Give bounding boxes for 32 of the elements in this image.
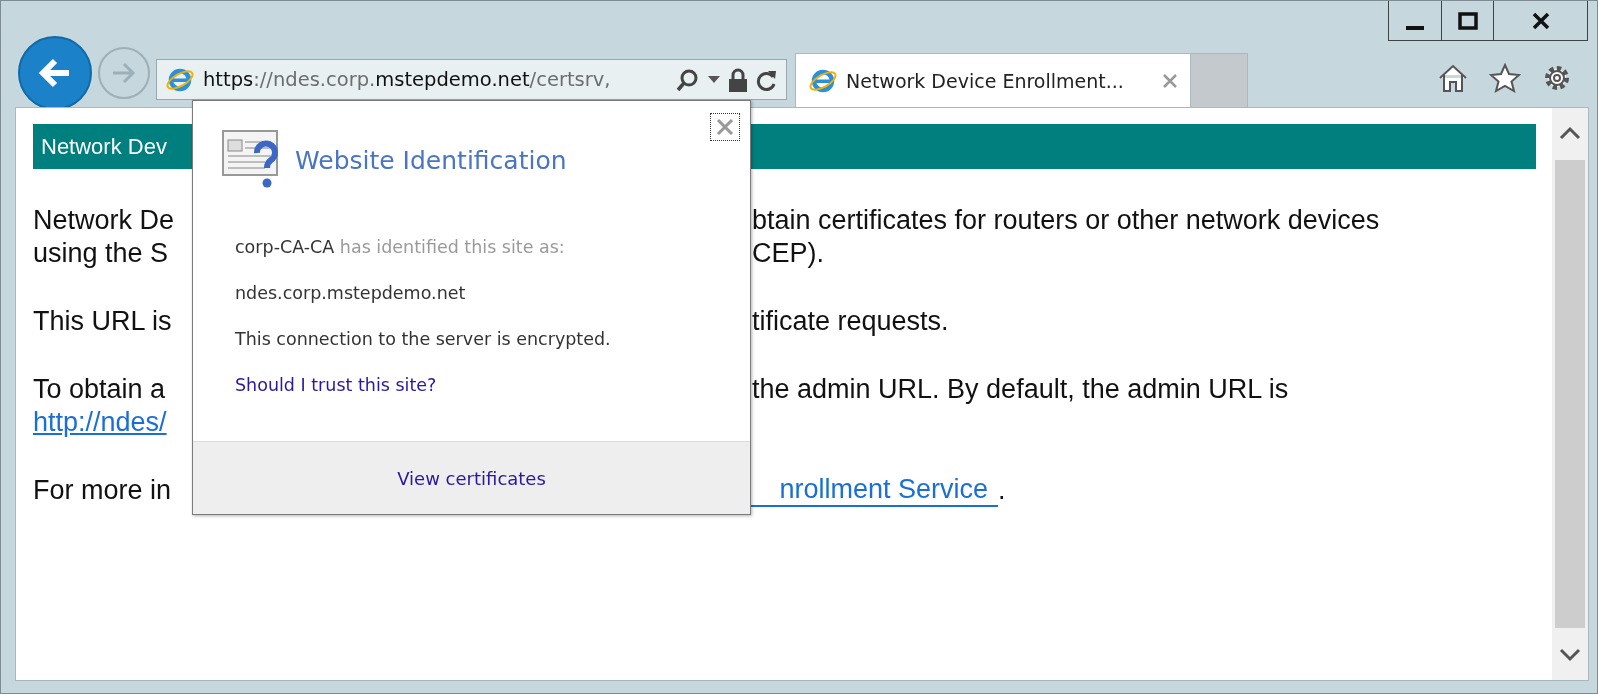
paragraph-text: using the S — [33, 238, 169, 268]
view-certificates-button[interactable]: View certificates — [389, 463, 554, 493]
close-icon — [716, 118, 734, 136]
url-text: https://ndes.corp.mstepdemo.net/certsrv, — [203, 68, 612, 91]
paragraph-text: the admin URL. By default, the admin URL is — [752, 373, 1290, 406]
home-icon[interactable] — [1437, 63, 1469, 93]
paragraph-text: . — [998, 474, 1007, 507]
address-bar[interactable]: https://ndes.corp.mstepdemo.net/certsrv, — [156, 59, 787, 100]
browser-tab[interactable]: Network Device Enrollment... — [795, 53, 1191, 107]
lock-icon[interactable] — [728, 67, 748, 92]
paragraph-text: To obtain a — [33, 374, 166, 404]
scroll-up-icon[interactable] — [1559, 126, 1581, 140]
identity-text: corp-CA-CA has identified this site as: — [235, 237, 566, 257]
site-name: ndes.corp.mstepdemo.net — [235, 283, 467, 303]
paragraph-text: For more in — [33, 474, 173, 507]
paragraph-text: This URL is — [33, 306, 172, 336]
paragraph-text: btain certificates for routers or other network devices — [752, 204, 1381, 237]
trust-link[interactable]: Should I trust this site? — [235, 375, 437, 395]
close-button[interactable] — [710, 113, 740, 141]
paragraph-text: tificate requests. — [752, 305, 950, 338]
star-icon[interactable] — [1489, 63, 1521, 93]
connection-status: This connection to the server is encrypted. — [235, 329, 612, 349]
dropdown-arrow-icon[interactable] — [708, 75, 720, 84]
close-icon[interactable] — [1162, 72, 1178, 89]
paragraph-text: Network De — [33, 205, 175, 235]
scrollbar[interactable] — [1552, 108, 1588, 680]
link[interactable]: http://ndes/ — [33, 407, 167, 437]
scroll-down-icon[interactable] — [1559, 648, 1581, 662]
minimize-icon — [1406, 25, 1424, 30]
search-icon[interactable] — [676, 67, 700, 92]
paragraph-text: CEP). — [752, 237, 825, 270]
maximize-icon — [1456, 9, 1479, 32]
